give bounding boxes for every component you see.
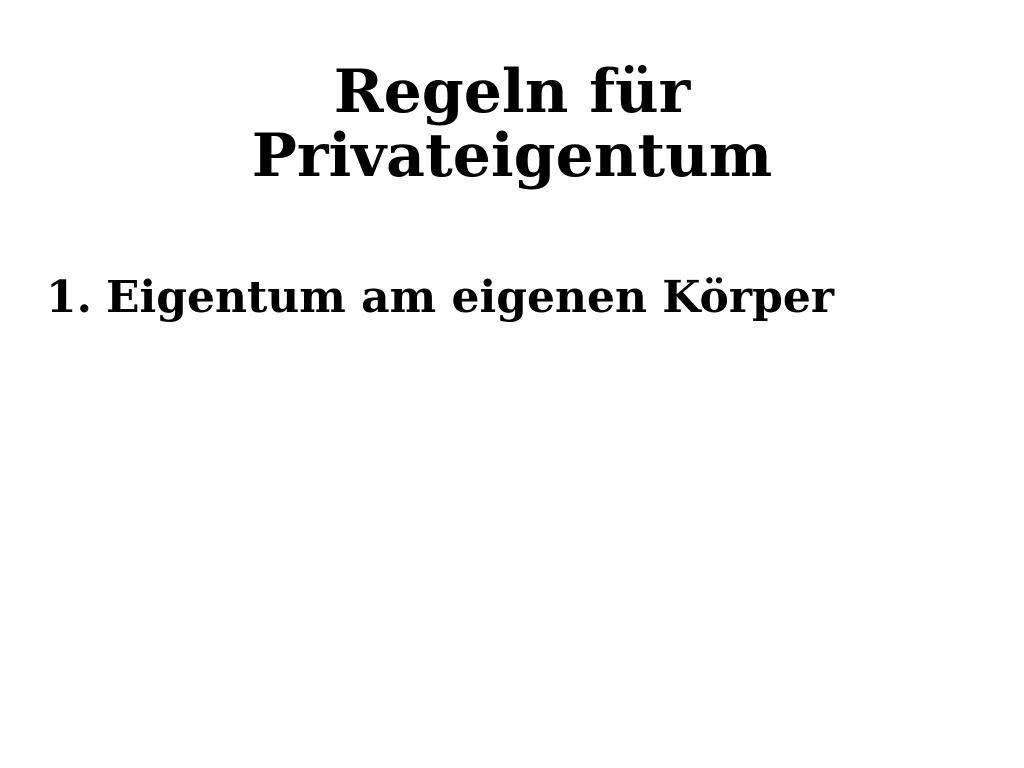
slide-title-line-2: Privateigentum — [251, 121, 773, 191]
list-item: 1. Eigentum am eigenen Körper — [46, 272, 834, 324]
slide: Regeln für Privateigentum 1. Eigentum am … — [0, 0, 1024, 768]
list-item-number: 1. — [46, 272, 92, 323]
rules-list: 1. Eigentum am eigenen Körper — [46, 272, 834, 324]
slide-title: Regeln für Privateigentum — [0, 60, 1024, 188]
list-item-text: Eigentum am eigenen Körper — [105, 272, 835, 323]
slide-title-line-1: Regeln für — [333, 57, 691, 127]
